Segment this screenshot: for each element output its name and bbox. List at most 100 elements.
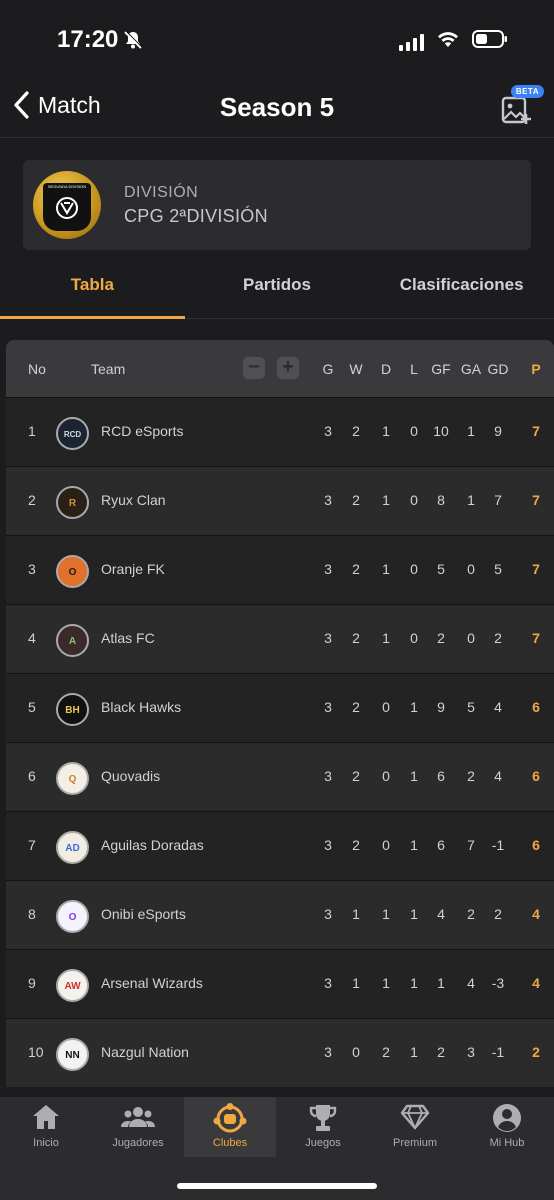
table-row[interactable]: 1 RCD RCD eSports 3 2 1 0 10 1 9 7 xyxy=(6,397,554,466)
cell-d: 1 xyxy=(382,630,390,646)
cell-team-name: Ryux Clan xyxy=(101,492,166,508)
zoom-in-button[interactable]: + xyxy=(277,357,299,379)
tab-premium[interactable]: Premium xyxy=(369,1097,461,1157)
cell-d: 0 xyxy=(382,768,390,784)
status-time: 17:20 xyxy=(57,26,119,53)
cell-l: 1 xyxy=(410,906,418,922)
tab-jugadores[interactable]: Jugadores xyxy=(92,1097,184,1157)
cell-gd: 2 xyxy=(494,630,502,646)
tab-inicio[interactable]: Inicio xyxy=(0,1097,92,1157)
cell-d: 1 xyxy=(382,975,390,991)
cell-l: 1 xyxy=(410,975,418,991)
division-badge-text: SEGUNDA DIVISION xyxy=(47,184,87,189)
cell-g: 3 xyxy=(324,768,332,784)
cell-gf: 4 xyxy=(437,906,445,922)
division-card[interactable]: SEGUNDA DIVISION DIVISIÓN CPG 2ªDIVISIÓN xyxy=(23,160,531,250)
cell-p: 6 xyxy=(532,699,540,715)
tab-label: Clubes xyxy=(212,1137,248,1149)
team-logo-icon: O xyxy=(56,555,89,588)
cell-position: 4 xyxy=(28,630,36,646)
cell-w: 2 xyxy=(352,492,360,508)
cell-team-name: Nazgul Nation xyxy=(101,1044,189,1060)
home-indicator xyxy=(177,1183,377,1189)
cell-ga: 2 xyxy=(467,768,475,784)
svg-text:O: O xyxy=(69,567,77,578)
cell-gf: 5 xyxy=(437,561,445,577)
cell-d: 1 xyxy=(382,423,390,439)
cell-ga: 0 xyxy=(467,630,475,646)
cell-gf: 6 xyxy=(437,837,445,853)
cell-g: 3 xyxy=(324,423,332,439)
cell-p: 4 xyxy=(532,906,540,922)
cell-p: 7 xyxy=(532,630,540,646)
cell-g: 3 xyxy=(324,630,332,646)
cell-gf: 2 xyxy=(437,630,445,646)
cell-g: 3 xyxy=(324,1044,332,1060)
nav-bar: Match Season 5 BETA xyxy=(0,80,554,138)
cell-gd: 4 xyxy=(494,768,502,784)
header-gd: GD xyxy=(487,361,509,377)
zoom-out-button[interactable]: − xyxy=(243,357,265,379)
cell-gd: -3 xyxy=(491,975,505,991)
cell-position: 7 xyxy=(28,837,36,853)
tab-tabla[interactable]: Tabla xyxy=(0,262,185,319)
cell-team-name: RCD eSports xyxy=(101,423,184,439)
cell-w: 2 xyxy=(352,561,360,577)
cell-w: 0 xyxy=(352,1044,360,1060)
cell-team-name: Oranje FK xyxy=(101,561,165,577)
table-row[interactable]: 4 A Atlas FC 3 2 1 0 2 0 2 7 xyxy=(6,604,554,673)
cell-gf: 10 xyxy=(433,423,449,439)
tab-clasificaciones[interactable]: Clasificaciones xyxy=(369,262,554,318)
wifi-icon xyxy=(436,30,460,53)
table-row[interactable]: 10 NN Nazgul Nation 3 0 2 1 2 3 -1 2 xyxy=(6,1018,554,1087)
table-row[interactable]: 2 R Ryux Clan 3 2 1 0 8 1 7 7 xyxy=(6,466,554,535)
table-row[interactable]: 9 AW Arsenal Wizards 3 1 1 1 1 4 -3 4 xyxy=(6,949,554,1018)
cell-l: 1 xyxy=(410,768,418,784)
header-ga: GA xyxy=(460,361,482,377)
status-indicators xyxy=(399,30,508,53)
cell-gd: -1 xyxy=(491,837,505,853)
cell-ga: 2 xyxy=(467,906,475,922)
back-button[interactable]: Match xyxy=(12,90,101,120)
cell-l: 1 xyxy=(410,1044,418,1060)
cell-ga: 5 xyxy=(467,699,475,715)
table-row[interactable]: 3 O Oranje FK 3 2 1 0 5 0 5 7 xyxy=(6,535,554,604)
cell-gd: 5 xyxy=(494,561,502,577)
diamond-icon xyxy=(400,1104,430,1131)
profile-icon xyxy=(493,1104,521,1132)
cell-ga: 1 xyxy=(467,492,475,508)
header-l: L xyxy=(410,361,418,377)
cell-p: 6 xyxy=(532,768,540,784)
tab-label: Juegos xyxy=(305,1137,341,1149)
division-label: DIVISIÓN xyxy=(124,184,199,201)
cell-ga: 3 xyxy=(467,1044,475,1060)
table-row[interactable]: 5 BH Black Hawks 3 2 0 1 9 5 4 6 xyxy=(6,673,554,742)
team-logo-icon: AW xyxy=(56,969,89,1002)
header-w: W xyxy=(349,361,363,377)
team-logo-icon: NN xyxy=(56,1038,89,1071)
cell-g: 3 xyxy=(324,906,332,922)
cell-p: 6 xyxy=(532,837,540,853)
table-row[interactable]: 8 O Onibi eSports 3 1 1 1 4 2 2 4 xyxy=(6,880,554,949)
team-logo-icon: Q xyxy=(56,762,89,795)
team-logo-icon: A xyxy=(56,624,89,657)
cell-l: 0 xyxy=(410,492,418,508)
tab-mi-hub[interactable]: Mi Hub xyxy=(461,1097,553,1157)
cell-d: 1 xyxy=(382,561,390,577)
header-d: D xyxy=(380,361,392,377)
table-row[interactable]: 6 Q Quovadis 3 2 0 1 6 2 4 6 xyxy=(6,742,554,811)
tab-juegos[interactable]: Juegos xyxy=(277,1097,369,1157)
cell-team-name: Atlas FC xyxy=(101,630,155,646)
cell-l: 1 xyxy=(410,699,418,715)
header-p: P xyxy=(531,361,541,377)
cell-ga: 4 xyxy=(467,975,475,991)
table-row[interactable]: 7 AD Aguilas Doradas 3 2 0 1 6 7 -1 6 xyxy=(6,811,554,880)
table-header: No Team − + G W D L GF GA GD P xyxy=(6,340,554,397)
header-gf: GF xyxy=(431,361,451,377)
cell-gd: 9 xyxy=(494,423,502,439)
tab-clubes[interactable]: Clubes xyxy=(184,1097,276,1157)
cell-w: 1 xyxy=(352,975,360,991)
tab-partidos[interactable]: Partidos xyxy=(185,262,370,318)
team-logo-icon: AD xyxy=(56,831,89,864)
header-no: No xyxy=(28,361,46,377)
